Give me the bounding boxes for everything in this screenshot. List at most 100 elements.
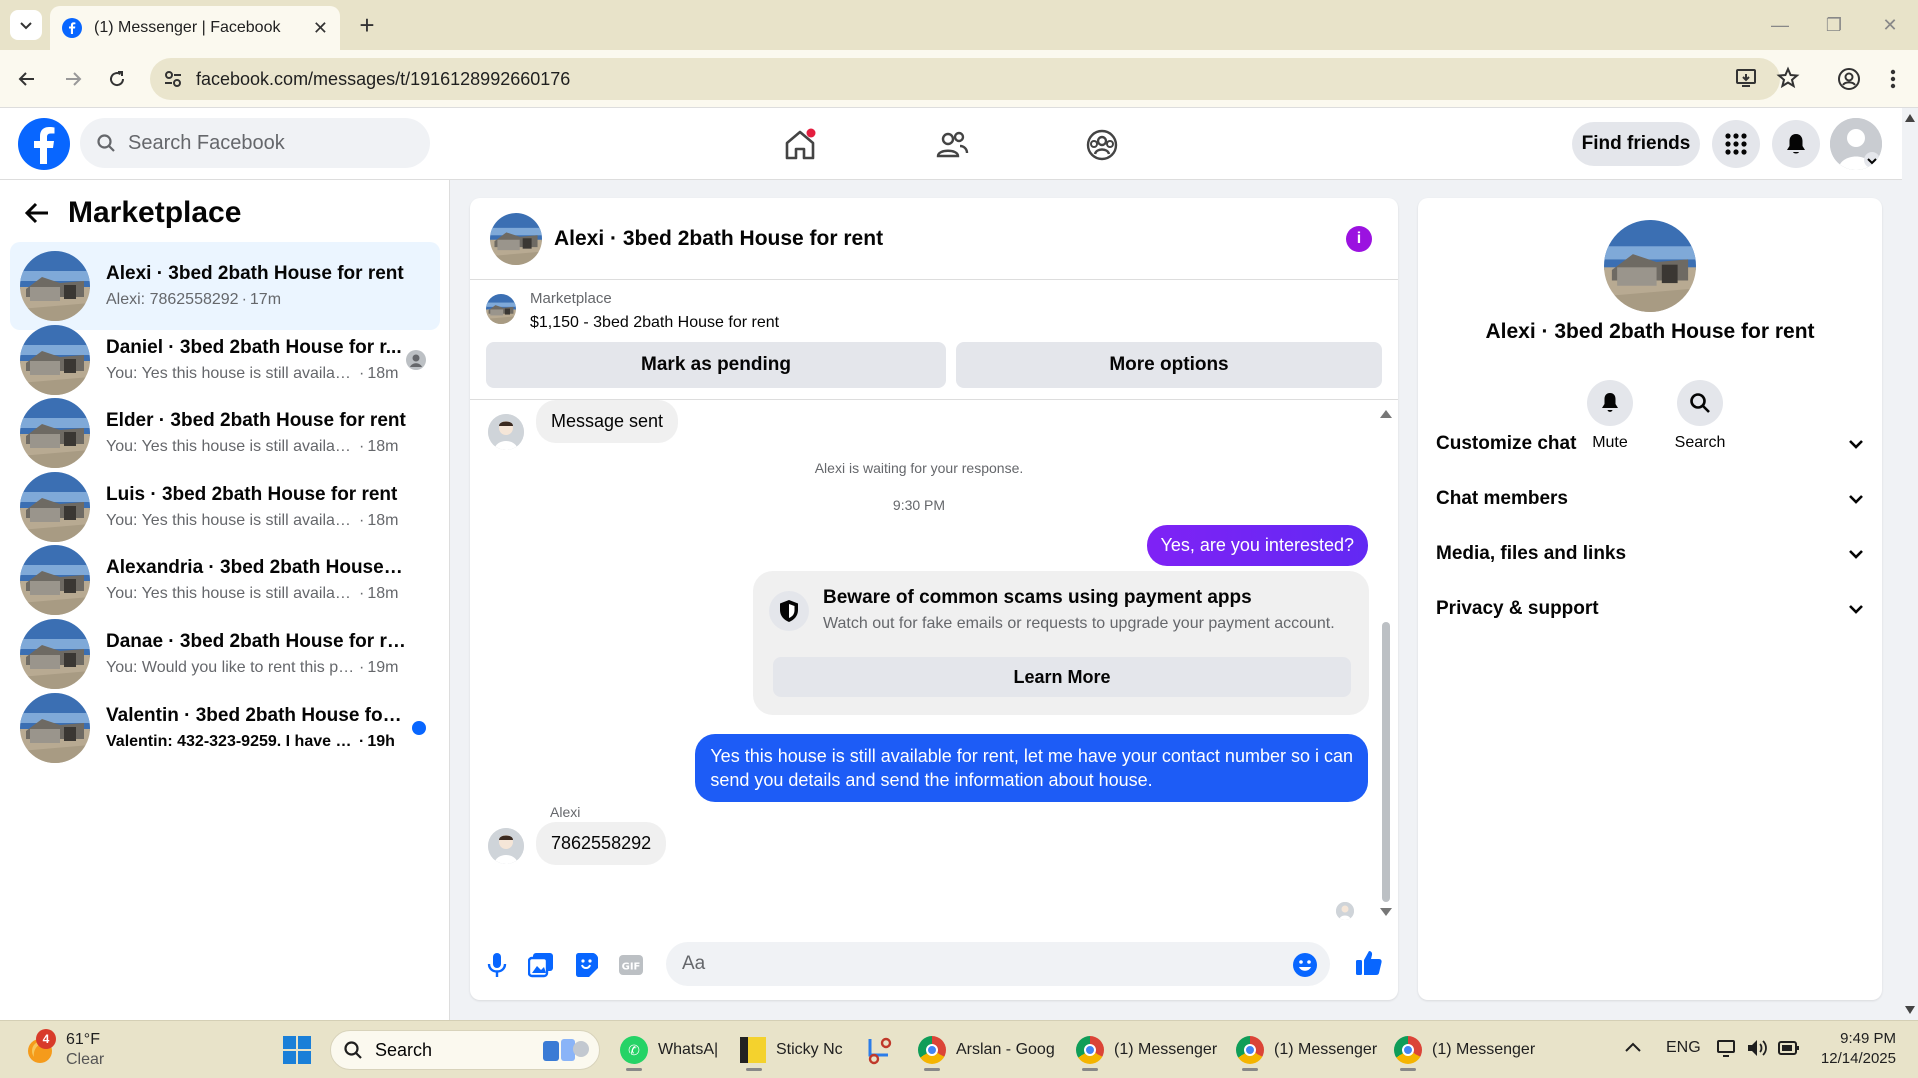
groups-icon <box>1086 129 1118 161</box>
like-button[interactable] <box>1354 948 1384 978</box>
taskbar-search[interactable]: Search <box>330 1030 600 1070</box>
volume-icon[interactable] <box>1746 1037 1768 1059</box>
minimize-button[interactable]: — <box>1760 10 1800 40</box>
taskbar-chrome-messenger-1[interactable]: (1) Messenger <box>1076 1029 1217 1071</box>
details-section-row[interactable]: Media, files and links <box>1436 534 1864 574</box>
conversation-text: Alexandria · 3bed 2bath House for... You:… <box>106 557 406 603</box>
browser-tab-active[interactable]: (1) Messenger | Facebook ✕ <box>50 6 340 50</box>
chevron-down-icon <box>20 22 32 30</box>
details-section-row[interactable]: Chat members <box>1436 479 1864 519</box>
running-indicator <box>1082 1068 1098 1071</box>
taskbar-chrome-messenger-3[interactable]: (1) Messenger <box>1394 1029 1535 1071</box>
taskbar-chrome-arslan[interactable]: Arslan - Goog <box>918 1029 1055 1071</box>
chat-title[interactable]: Alexi · 3bed 2bath House for rent <box>554 227 883 251</box>
nav-groups[interactable] <box>1072 120 1132 170</box>
snipping-tool-icon <box>868 1037 892 1065</box>
taskbar-snipping-tool[interactable] <box>864 1029 894 1071</box>
details-section-label: Privacy & support <box>1436 598 1599 619</box>
voice-clip-button[interactable] <box>482 950 512 980</box>
conversation-time: 19m <box>367 659 399 676</box>
chrome-icon <box>918 1036 946 1064</box>
back-button[interactable] <box>10 62 44 96</box>
mute-button[interactable] <box>1587 380 1633 426</box>
language-indicator[interactable]: ENG <box>1666 1039 1701 1057</box>
search-highlight-icon <box>543 1039 589 1061</box>
details-section-label: Customize chat <box>1436 433 1577 454</box>
nav-friends[interactable] <box>922 120 982 170</box>
weather-widget[interactable]: 4 61°F Clear <box>22 1029 104 1071</box>
chat-scroll-thumb[interactable] <box>1382 622 1390 902</box>
browser-menu-button[interactable] <box>1876 62 1910 96</box>
scroll-up-icon[interactable] <box>1905 114 1915 122</box>
page-scrollbar[interactable] <box>1902 108 1918 1020</box>
listing-thumbnail[interactable] <box>486 294 516 324</box>
person-avatar-icon <box>488 414 524 450</box>
details-section-row[interactable]: Customize chat <box>1436 424 1864 464</box>
learn-more-button[interactable]: Learn More <box>773 657 1351 697</box>
menu-grid-button[interactable] <box>1712 120 1760 168</box>
more-options-button[interactable]: More options <box>956 342 1382 388</box>
chat-scroll-up-icon[interactable] <box>1380 408 1392 418</box>
details-avatar[interactable] <box>1604 220 1696 312</box>
attach-photo-button[interactable] <box>526 950 556 980</box>
reload-button[interactable] <box>100 62 134 96</box>
conversation-info-icon[interactable]: i <box>1346 226 1372 252</box>
battery-icon[interactable] <box>1778 1039 1800 1057</box>
message-thread: Message sent Alexi is waiting for your r… <box>470 400 1398 930</box>
nav-home[interactable] <box>770 120 830 170</box>
taskbar-chrome-messenger-2[interactable]: (1) Messenger <box>1236 1029 1377 1071</box>
new-tab-button[interactable]: + <box>352 10 382 40</box>
conversation-text: Alexi · 3bed 2bath House for rent Alexi: … <box>106 263 406 309</box>
search-placeholder: Search Facebook <box>128 131 285 154</box>
start-button[interactable] <box>282 1029 312 1071</box>
bookmark-star-icon[interactable] <box>1776 66 1800 90</box>
forward-button[interactable] <box>56 62 90 96</box>
conversation-time: 19h <box>367 732 395 750</box>
restore-button[interactable]: ❐ <box>1814 10 1854 40</box>
address-bar[interactable]: facebook.com/messages/t/1916128992660176 <box>150 58 1800 100</box>
thumbs-up-icon <box>1356 951 1382 975</box>
back-arrow-icon[interactable] <box>24 202 50 224</box>
tab-search-button[interactable] <box>10 10 42 40</box>
site-info-icon[interactable] <box>162 68 184 90</box>
find-friends-button[interactable]: Find friends <box>1572 122 1700 166</box>
chat-scrollbar[interactable] <box>1380 408 1392 918</box>
install-app-icon[interactable] <box>1734 66 1758 90</box>
conversation-text: Daniel · 3bed 2bath House for r... You: Y… <box>106 337 406 383</box>
facebook-logo[interactable] <box>18 118 70 170</box>
kebab-menu-icon <box>1890 69 1896 89</box>
conversation-preview-row: You: Yes this house is still available f… <box>106 512 406 530</box>
search-in-conversation-button[interactable] <box>1677 380 1723 426</box>
profile-button[interactable] <box>1832 62 1866 96</box>
browser-tabstrip: (1) Messenger | Facebook ✕ + — ❐ ✕ <box>0 0 1918 50</box>
conversation-item[interactable]: Valentin · 3bed 2bath House for ... Valen… <box>10 684 440 772</box>
conversation-preview: You: Yes this house is still available f… <box>106 585 356 603</box>
details-section-label: Chat members <box>1436 488 1568 509</box>
details-section-row[interactable]: Privacy & support <box>1436 589 1864 629</box>
system-clock[interactable]: 9:49 PM 12/14/2025 <box>1821 1029 1896 1069</box>
taskbar-sticky-notes[interactable]: Sticky Nc <box>740 1029 843 1071</box>
taskbar-whatsapp[interactable]: ✆ WhatsA| <box>620 1029 718 1071</box>
scroll-down-icon[interactable] <box>1905 1006 1915 1014</box>
conversation-name: Daniel · 3bed 2bath House for r... <box>106 336 402 358</box>
gif-button[interactable]: GIF <box>616 950 646 980</box>
mark-as-pending-button[interactable]: Mark as pending <box>486 342 946 388</box>
chat-scroll-down-icon[interactable] <box>1380 908 1392 918</box>
notifications-button[interactable] <box>1772 120 1820 168</box>
close-window-button[interactable]: ✕ <box>1870 10 1910 40</box>
account-avatar-button[interactable] <box>1830 118 1882 170</box>
taskbar-search-label: Search <box>375 1039 433 1060</box>
conversation-preview-row: Valentin: 432-323-9259. I have tw... · 19h <box>106 733 406 751</box>
listing-title[interactable]: $1,150 - 3bed 2bath House for rent <box>530 314 779 332</box>
alexi-avatar-2[interactable] <box>488 828 524 864</box>
facebook-search-input[interactable]: Search Facebook <box>80 118 430 168</box>
clock-date: 12/14/2025 <box>1820 1050 1896 1067</box>
network-icon[interactable] <box>1716 1037 1738 1059</box>
alexi-avatar[interactable] <box>488 414 524 450</box>
emoji-icon[interactable] <box>1292 952 1318 978</box>
chat-header-avatar[interactable] <box>490 212 542 265</box>
tray-overflow-chevron-icon[interactable] <box>1624 1041 1642 1053</box>
tab-close-icon[interactable]: ✕ <box>313 18 328 39</box>
message-input[interactable]: Aa <box>666 942 1330 986</box>
sticker-button[interactable] <box>571 950 601 980</box>
